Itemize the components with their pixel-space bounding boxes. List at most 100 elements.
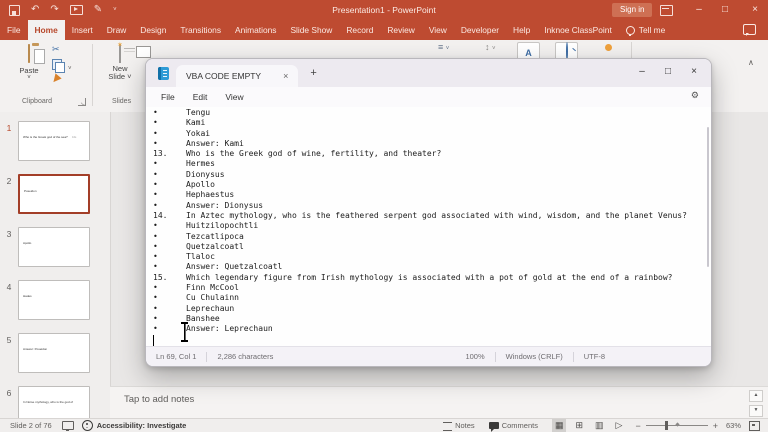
record-dot-icon[interactable] [605, 44, 612, 51]
notepad-tab-title: VBA CODE EMPTY [186, 71, 262, 81]
ribbon-tab[interactable]: Insert [65, 20, 100, 40]
notepad-maximize-button[interactable]: □ [655, 59, 681, 85]
display-settings-icon[interactable] [61, 421, 74, 431]
paste-clipboard-icon [28, 44, 30, 63]
new-slide-button[interactable]: NewSlide ˅ [100, 44, 140, 81]
minimize-button[interactable]: – [688, 0, 710, 20]
line-text: Dionysus [186, 169, 225, 179]
slide-layout-icon[interactable] [136, 46, 151, 58]
ribbon-tab[interactable]: Inknoe ClassPoint [537, 20, 619, 40]
encoding[interactable]: UTF-8 [574, 352, 615, 361]
menu-item[interactable]: Edit [184, 92, 217, 102]
ribbon-tab[interactable]: Slide Show [283, 20, 339, 40]
save-icon[interactable] [9, 4, 20, 16]
line-text: Huitzilopochtli [186, 221, 259, 231]
redo-icon[interactable]: ↷ [50, 5, 58, 15]
ink-pen-icon[interactable]: ✎ [94, 5, 102, 15]
notepad-zoom-level[interactable]: 100% [455, 352, 494, 361]
text-direction-icon[interactable]: ↕ ˅ [485, 42, 496, 52]
line-text: Who is the Greek god of wine, fertility,… [186, 149, 442, 159]
zoom-out-icon[interactable]: − [635, 421, 640, 431]
comments-pane-icon[interactable] [743, 24, 756, 36]
paste-chevron-icon[interactable]: ˅ [10, 75, 48, 81]
slide-thumbnail-row[interactable]: 2 Poseidon [0, 174, 110, 214]
slide-thumbnail[interactable]: In Norse mythology, who is the god of th… [18, 386, 90, 418]
list-numbering-icon[interactable]: ≡ ˅ [438, 42, 449, 52]
ribbon-tab[interactable]: Home [27, 20, 65, 40]
tab-close-icon[interactable]: × [283, 71, 288, 81]
slideshow-view-icon[interactable]: ▷ [613, 419, 626, 432]
slide-thumbnail-row[interactable]: 4 Hades [0, 280, 110, 320]
zoom-level[interactable]: 63% [726, 421, 741, 430]
tell-me-button[interactable]: Tell me [619, 20, 673, 40]
menu-item[interactable]: View [216, 92, 252, 102]
ribbon-tab[interactable]: Review [380, 20, 421, 40]
slide-thumbnail-row[interactable]: 6 In Norse mythology, who is the god of … [0, 386, 110, 418]
line-marker: • [153, 190, 158, 200]
slide-thumbnail[interactable]: Hades [18, 280, 90, 320]
next-slide-icon[interactable]: ▼ [749, 405, 763, 417]
ribbon-tab[interactable]: Record [339, 20, 380, 40]
copy-icon[interactable] [52, 59, 65, 73]
accessibility-status[interactable]: Accessibility: Investigate [81, 420, 186, 431]
notes-placeholder[interactable]: Tap to add notes [124, 394, 194, 405]
normal-view-icon[interactable]: ▦ [551, 419, 567, 432]
slide-thumbnail[interactable]: Poseidon [18, 174, 90, 214]
copy-chevron-icon[interactable]: ˅ [68, 66, 72, 72]
slide-thumbnail-row[interactable]: 3 Apollo [0, 227, 110, 267]
text-line: • Quetzalcoatl [153, 242, 711, 252]
notepad-minimize-button[interactable]: – [629, 59, 655, 85]
ribbon-tab[interactable]: View [422, 20, 454, 40]
clipboard-dialog-launcher-icon[interactable] [78, 98, 86, 106]
ribbon-display-options-icon[interactable] [660, 5, 673, 16]
previous-slide-icon[interactable]: ▲ [749, 390, 763, 402]
fit-slide-to-window-icon[interactable] [749, 420, 760, 431]
menu-item[interactable]: File [152, 92, 184, 102]
new-tab-icon[interactable]: + [310, 67, 316, 79]
ribbon-tab[interactable]: Help [506, 20, 537, 40]
settings-gear-icon[interactable]: ⚙ [691, 91, 699, 100]
notepad-close-button[interactable]: × [681, 59, 707, 85]
line-marker: • [153, 128, 158, 138]
notepad-titlebar[interactable]: VBA CODE EMPTY × + – □ × [146, 59, 711, 87]
maximize-button[interactable]: □ [714, 0, 736, 20]
slide-thumbnail-row[interactable]: 1 Who is the Greek god of the sea? 10s [0, 121, 110, 161]
ribbon-tab[interactable]: Animations [228, 20, 283, 40]
customize-qat-icon[interactable]: ˅ [113, 5, 117, 15]
ribbon-tab[interactable]: Transitions [173, 20, 228, 40]
slide-scroll-buttons: ▲ ▼ [749, 390, 763, 417]
slide-thumbnail[interactable]: Answer: Poseidon [18, 333, 90, 373]
notes-pane[interactable]: Tap to add notes ▲ ▼ [110, 386, 768, 419]
undo-icon[interactable]: ↶ [31, 5, 39, 15]
ribbon-tab[interactable]: Draw [100, 20, 134, 40]
collapse-ribbon-icon[interactable]: ∧ [748, 58, 754, 67]
format-painter-icon[interactable] [50, 73, 62, 85]
notepad-text-area[interactable]: • Tengu • Kami • Yokai • Answer: Kami 13… [146, 107, 711, 347]
line-marker: • [153, 283, 158, 293]
ribbon-tab[interactable]: Design [133, 20, 173, 40]
slide-thumbnail[interactable]: Apollo [18, 227, 90, 267]
slide-sorter-icon[interactable]: ⊞ [572, 419, 586, 432]
ribbon-tab[interactable]: Developer [454, 20, 506, 40]
powerpoint-titlebar: ↶ ↷ ✎ ˅ Presentation1 - PowerPoint Sign … [0, 0, 768, 20]
notepad-scrollbar[interactable] [707, 127, 709, 267]
slide-thumbnail[interactable]: Who is the Greek god of the sea? 10s [18, 121, 90, 161]
zoom-control: − + [635, 420, 718, 431]
slide-thumbnail-row[interactable]: 5 Answer: Poseidon [0, 333, 110, 373]
close-button[interactable]: × [744, 0, 766, 20]
paste-button[interactable]: Paste ˅ [10, 44, 48, 81]
zoom-in-icon[interactable]: + [713, 421, 718, 431]
start-slideshow-icon[interactable] [69, 5, 83, 15]
ribbon-tab[interactable]: File [0, 20, 28, 40]
zoom-slider[interactable] [645, 420, 708, 431]
slide-indicator[interactable]: Slide 2 of 76 [10, 421, 52, 430]
line-text: Tengu [186, 108, 211, 117]
notepad-tab[interactable]: VBA CODE EMPTY × [176, 65, 299, 87]
reading-view-icon[interactable]: ▥ [592, 419, 607, 432]
cut-icon[interactable]: ✂ [52, 45, 62, 54]
comments-toggle[interactable]: Comments [488, 421, 538, 432]
zoom-slider-thumb[interactable] [664, 421, 668, 430]
line-ending-type[interactable]: Windows (CRLF) [496, 352, 573, 361]
sign-in-button[interactable]: Sign in [612, 3, 653, 17]
notes-toggle[interactable]: Notes [443, 421, 475, 431]
